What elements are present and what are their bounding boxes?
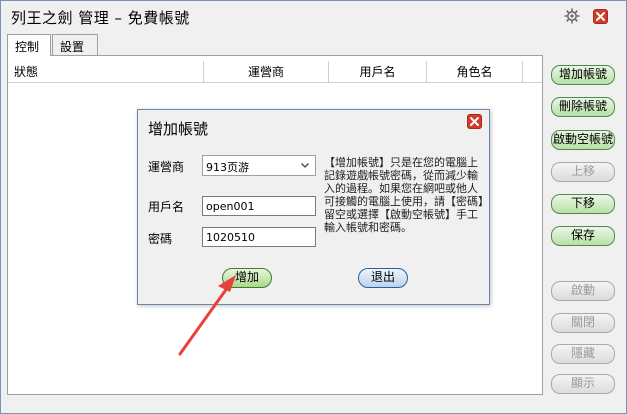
dialog-title: 增加帳號 xyxy=(148,120,209,138)
hide-button[interactable]: 隱藏 xyxy=(551,344,615,364)
add-account-button[interactable]: 增加帳號 xyxy=(551,65,615,85)
main-window: 列王之劍 管理 – 免費帳號 控制 設置 狀態 運營商 用戶名 角色名 增加帳號… xyxy=(0,0,627,414)
operator-select-value: 913页游 xyxy=(206,161,249,174)
operator-label: 運營商 xyxy=(148,160,185,174)
operator-select[interactable]: 913页游 xyxy=(202,155,316,176)
add-button[interactable]: 增加 xyxy=(222,268,272,288)
dialog-close-icon[interactable] xyxy=(467,114,482,129)
start-empty-account-button[interactable]: 啟動空帳號 xyxy=(551,130,615,150)
tab-control[interactable]: 控制 xyxy=(7,34,51,56)
start-button[interactable]: 啟動 xyxy=(551,281,615,301)
username-input[interactable]: open001 xyxy=(202,196,316,216)
move-up-button[interactable]: 上移 xyxy=(551,162,615,182)
close-icon[interactable] xyxy=(593,9,608,24)
table-header: 狀態 運營商 用戶名 角色名 xyxy=(8,61,542,83)
gear-icon[interactable] xyxy=(563,7,581,25)
move-down-button[interactable]: 下移 xyxy=(551,194,615,214)
show-button[interactable]: 顯示 xyxy=(551,374,615,394)
username-label: 用戶名 xyxy=(148,200,185,214)
password-label: 密碼 xyxy=(148,232,173,246)
column-status[interactable]: 狀態 xyxy=(8,61,204,83)
column-role-name[interactable]: 角色名 xyxy=(427,61,523,83)
chevron-down-icon xyxy=(300,160,310,170)
column-operator[interactable]: 運營商 xyxy=(204,61,329,83)
save-button[interactable]: 保存 xyxy=(551,226,615,246)
title-bar: 列王之劍 管理 – 免費帳號 xyxy=(1,1,626,31)
add-account-dialog: 增加帳號 運營商 913页游 用戶名 open001 密碼 1020510 【增… xyxy=(137,109,490,305)
exit-button[interactable]: 退出 xyxy=(358,268,408,288)
dialog-note: 【增加帳號】只是在您的電腦上記錄遊戲帳號密碼，從而減少輸入的過程。如果您在網吧或… xyxy=(324,156,484,234)
window-title: 列王之劍 管理 – 免費帳號 xyxy=(11,9,190,27)
delete-account-button[interactable]: 刪除帳號 xyxy=(551,97,615,117)
column-username[interactable]: 用戶名 xyxy=(329,61,427,83)
password-input[interactable]: 1020510 xyxy=(202,227,316,247)
close-button[interactable]: 關閉 xyxy=(551,313,615,333)
tab-settings[interactable]: 設置 xyxy=(52,34,98,55)
